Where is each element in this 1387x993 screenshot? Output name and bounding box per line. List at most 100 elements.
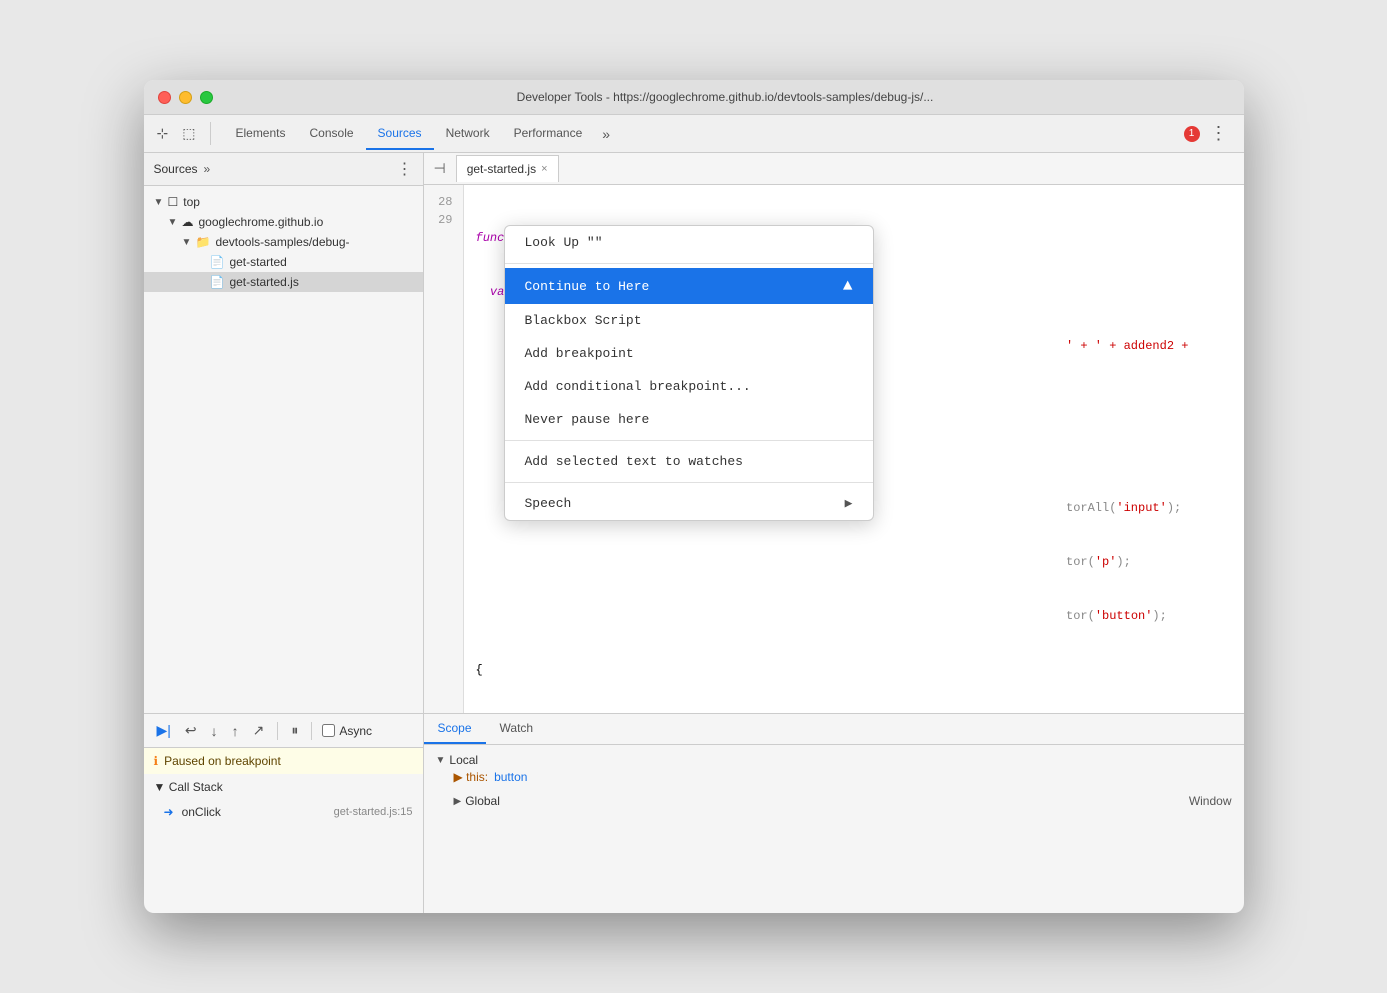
scope-global-label[interactable]: ▶ Global [454,794,500,808]
tree-label-get-started: get-started [229,255,286,269]
cloud-icon: ☁ [182,215,194,229]
editor-area: ⊣ get-started.js × 28 29 [424,153,1244,713]
tab-watch[interactable]: Watch [486,714,548,744]
tree-item-github[interactable]: ▼ ☁ googlechrome.github.io [144,212,423,232]
sidebar-more-icon[interactable]: » [204,162,211,176]
debugger-toolbar: ▶| ↩ ↓ ↑ ↗ ⏸ Async [144,714,423,748]
async-checkbox-label[interactable]: Async [322,724,372,738]
step-into-button[interactable]: ↓ [208,721,221,741]
ctx-label-add-watches: Add selected text to watches [525,454,743,469]
scope-global-arrow: ▶ [454,796,462,807]
editor-tab-label: get-started.js [467,162,536,176]
file-icon-gs: 📄 [210,255,225,269]
tab-network[interactable]: Network [434,118,502,150]
cursor-icon[interactable]: ⊹ [154,122,172,145]
scope-content: ▼ Local ▶ this: button ▶ Global Wind [424,745,1244,913]
bottom-right-panel: Scope Watch ▼ Local ▶ this: button [424,714,1244,913]
tree-item-get-started-js[interactable]: 📄 get-started.js [144,272,423,292]
ctx-item-never-pause[interactable]: Never pause here [505,403,873,436]
tab-console[interactable]: Console [298,118,366,150]
debug-divider-2 [311,722,312,740]
editor-nav-button[interactable]: ⊣ [430,156,450,181]
code-viewer[interactable]: 28 29 function updateLabel() { var adden… [424,185,1244,713]
tree-label-get-started-js: get-started.js [229,275,298,289]
tabs-more-icon[interactable]: » [594,120,618,148]
ctx-label-never-pause: Never pause here [525,412,650,427]
scope-global-text: Global [465,794,500,808]
call-stack-func-name: onClick [182,805,334,819]
call-stack-header: ▼ Call Stack [144,774,423,800]
sidebar-menu-icon[interactable]: ⋮ [397,159,413,179]
scope-prop-this[interactable]: ▶ this: button [436,767,1232,787]
device-icon[interactable]: ⬚ [179,122,198,145]
bottom-left-panel: ▶| ↩ ↓ ↑ ↗ ⏸ Async ℹ Paused on breakpoin… [144,714,424,913]
tree-arrow-empty2 [196,277,210,288]
devtools-window: Developer Tools - https://googlechrome.g… [144,80,1244,913]
devtools-menu-icon[interactable]: ⋮ [1204,119,1234,148]
tree-label-devtools: devtools-samples/debug- [215,235,349,249]
editor-tab-close-icon[interactable]: × [541,163,547,175]
prop-key-this: ▶ this: [454,770,489,784]
tree-arrow-github: ▼ [168,217,182,228]
code-line-right4: tor('button'); [476,607,1232,625]
error-badge: 1 [1184,126,1200,142]
tree-item-devtools[interactable]: ▼ 📁 devtools-samples/debug- [144,232,423,252]
scope-local-arrow: ▼ [436,755,446,766]
ctx-label-blackbox: Blackbox Script [525,313,642,328]
window-title: Developer Tools - https://googlechrome.g… [221,90,1230,104]
scope-local-label[interactable]: ▼ Local [436,753,1232,767]
tab-performance[interactable]: Performance [502,118,595,150]
maximize-button[interactable] [200,91,213,104]
scope-global-value: Window [1189,794,1232,808]
step-out-button[interactable]: ↑ [229,721,242,741]
step-button[interactable]: ↗ [250,720,268,741]
async-checkbox[interactable] [322,724,335,737]
cursor-arrow-icon: ▲ [843,277,853,295]
breakpoint-info-bar: ℹ Paused on breakpoint [144,748,423,774]
file-sidebar: Sources » ⋮ ▼ ☐ top ▼ ☁ googlechrome.git… [144,153,424,713]
sidebar-title: Sources [154,162,198,176]
code-line-brace: { [476,661,1232,679]
ctx-item-speech[interactable]: Speech ▶ [505,487,873,520]
sidebar-header: Sources » ⋮ [144,153,423,186]
pause-exceptions-button[interactable]: ⏸ [288,720,301,741]
ctx-divider-3 [505,482,873,483]
bottom-panel: ▶| ↩ ↓ ↑ ↗ ⏸ Async ℹ Paused on breakpoin… [144,713,1244,913]
ctx-divider-1 [505,263,873,264]
editor-tab-get-started-js[interactable]: get-started.js × [456,155,559,182]
debug-divider [277,722,278,740]
ctx-item-add-bp[interactable]: Add breakpoint [505,337,873,370]
tab-scope[interactable]: Scope [424,714,486,744]
close-button[interactable] [158,91,171,104]
tab-elements[interactable]: Elements [223,118,297,150]
ctx-item-add-watches[interactable]: Add selected text to watches [505,445,873,478]
call-stack-item-onclick[interactable]: ➜ onClick get-started.js:15 [144,800,423,824]
info-icon: ℹ [154,754,159,768]
file-tree: ▼ ☐ top ▼ ☁ googlechrome.github.io ▼ 📁 d… [144,186,423,713]
ctx-item-look-up[interactable]: Look Up "" [505,226,873,259]
tree-arrow-empty1 [196,257,210,268]
tree-label-top: top [183,195,200,209]
step-over-button[interactable]: ↩ [182,720,200,741]
code-line-right3: tor('p'); [476,553,1232,571]
context-menu: Look Up "" Continue to Here ▲ Blackbox S… [504,225,874,521]
call-stack-location: get-started.js:15 [334,806,413,818]
scope-group-global: ▶ Global Window [436,791,1232,811]
async-label: Async [339,724,372,738]
devtools-tab-bar: ⊹ ⬚ Elements Console Sources Network Per… [144,115,1244,153]
editor-tabs: ⊣ get-started.js × [424,153,1244,185]
tab-sources[interactable]: Sources [366,118,434,150]
tree-item-get-started[interactable]: 📄 get-started [144,252,423,272]
ctx-item-add-cond-bp[interactable]: Add conditional breakpoint... [505,370,873,403]
ctx-item-blackbox[interactable]: Blackbox Script [505,304,873,337]
ctx-item-continue[interactable]: Continue to Here ▲ [505,268,873,304]
resume-button[interactable]: ▶| [154,720,174,741]
page-icon: ☐ [168,195,179,209]
scope-group-local: ▼ Local ▶ this: button [436,753,1232,787]
ctx-label-add-cond-bp: Add conditional breakpoint... [525,379,751,394]
ctx-label-speech: Speech [525,496,572,511]
minimize-button[interactable] [179,91,192,104]
tree-item-top[interactable]: ▼ ☐ top [144,192,423,212]
scope-global-row[interactable]: ▶ Global Window [436,791,1232,811]
js-file-icon: 📄 [210,275,225,289]
